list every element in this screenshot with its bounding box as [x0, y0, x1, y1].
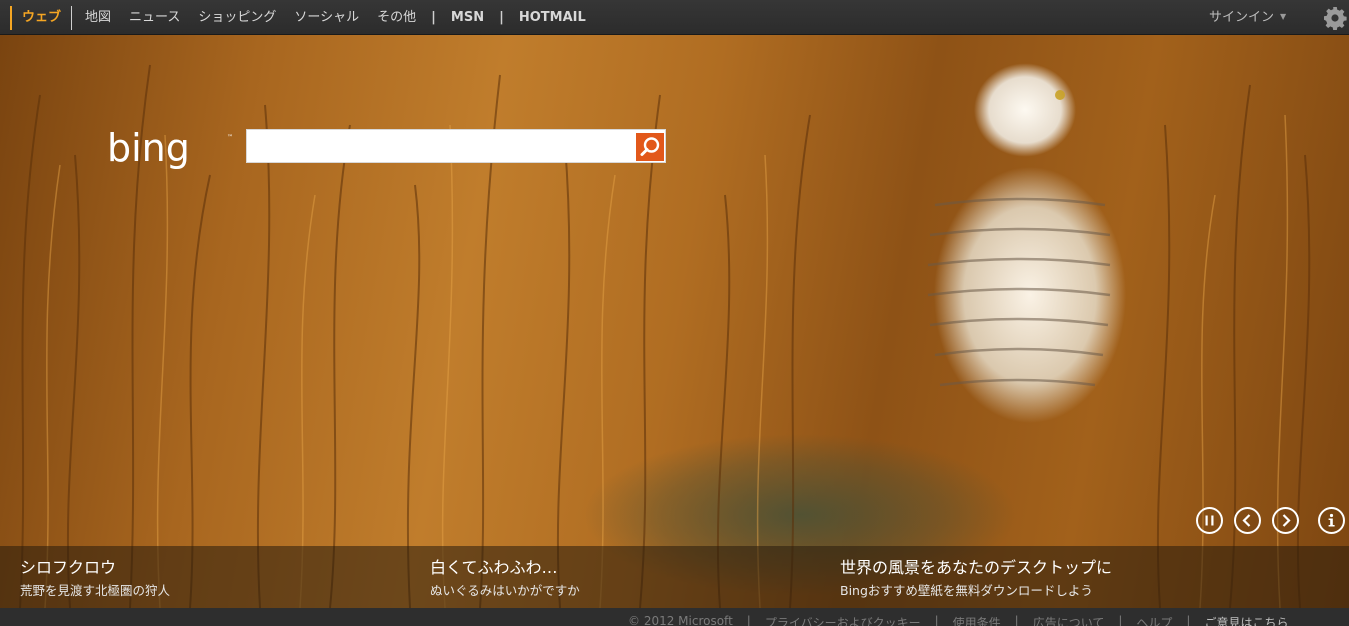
caption-subtitle: 荒野を見渡す北極圏の狩人: [20, 583, 171, 598]
nav-item-news[interactable]: ニュース: [120, 0, 189, 35]
signin-link[interactable]: サインイン ▼: [1209, 0, 1286, 35]
caption-subtitle: ぬいぐるみはいかがですか: [430, 583, 580, 598]
search-button[interactable]: [636, 133, 664, 161]
nav-item-msn[interactable]: MSN: [442, 0, 493, 35]
footer-separator: |: [746, 614, 751, 626]
primary-nav: ウェブ 地図 ニュース ショッピング ソーシャル その他 | MSN | HOT…: [0, 0, 595, 35]
caption-title: 世界の風景をあなたのデスクトップに: [840, 558, 1113, 577]
nav-item-shopping[interactable]: ショッピング: [189, 0, 285, 35]
nav-item-hotmail[interactable]: HOTMAIL: [510, 0, 595, 35]
bing-logo[interactable]: bing ™: [107, 127, 237, 177]
chevron-left-icon: [1242, 514, 1251, 527]
previous-image-button[interactable]: [1234, 507, 1261, 534]
top-navigation-bar: ウェブ 地図 ニュース ショッピング ソーシャル その他 | MSN | HOT…: [0, 0, 1349, 35]
background-photo: [0, 35, 1349, 608]
footer-link-help[interactable]: ヘルプ: [1136, 614, 1172, 626]
footer-separator: |: [1186, 614, 1191, 626]
footer-separator: |: [934, 614, 939, 626]
footer-link-advertise[interactable]: 広告について: [1033, 614, 1105, 626]
info-button[interactable]: [1318, 507, 1345, 534]
info-icon: [1328, 513, 1335, 527]
caption-title: 白くてふわふわ…: [430, 558, 558, 577]
search-box: [246, 129, 666, 163]
nav-item-web[interactable]: ウェブ: [10, 5, 73, 30]
logo-text: bing: [107, 127, 190, 170]
pause-icon: [1205, 515, 1214, 526]
chevron-right-icon: [1282, 514, 1291, 527]
nav-separator: |: [431, 10, 436, 25]
footer-link-feedback[interactable]: ご意見はこちら: [1204, 614, 1288, 626]
footer-link-terms[interactable]: 使用条件: [953, 614, 1001, 626]
gear-icon[interactable]: [1323, 6, 1347, 30]
caption-subtitle: Bingおすすめ壁紙を無料ダウンロードしよう: [840, 583, 1093, 598]
nav-item-social[interactable]: ソーシャル: [285, 0, 368, 35]
grass-texture: [19, 64, 1311, 608]
footer-separator: |: [1014, 614, 1019, 626]
footer-separator: |: [1118, 614, 1123, 626]
caption-strip: シロフクロウ 荒野を見渡す北極圏の狩人 白くてふわふわ… ぬいぐるみはいかがです…: [0, 546, 1349, 608]
signin-label: サインイン: [1209, 10, 1275, 25]
nav-separator: |: [499, 10, 504, 25]
chevron-down-icon: ▼: [1280, 12, 1287, 21]
nav-item-maps[interactable]: 地図: [76, 0, 120, 35]
svg-text:™: ™: [227, 134, 233, 141]
footer: © 2012 Microsoft | プライバシーおよびクッキー | 使用条件 …: [0, 608, 1349, 626]
footer-links: © 2012 Microsoft | プライバシーおよびクッキー | 使用条件 …: [628, 614, 1288, 626]
footer-link-privacy[interactable]: プライバシーおよびクッキー: [765, 614, 921, 626]
pause-button[interactable]: [1196, 507, 1223, 534]
nav-item-more[interactable]: その他: [368, 0, 425, 35]
copyright-text: © 2012 Microsoft: [628, 614, 733, 626]
caption-title: シロフクロウ: [20, 558, 117, 577]
next-image-button[interactable]: [1272, 507, 1299, 534]
search-input[interactable]: [251, 132, 631, 160]
magnifier-icon: [640, 137, 660, 156]
